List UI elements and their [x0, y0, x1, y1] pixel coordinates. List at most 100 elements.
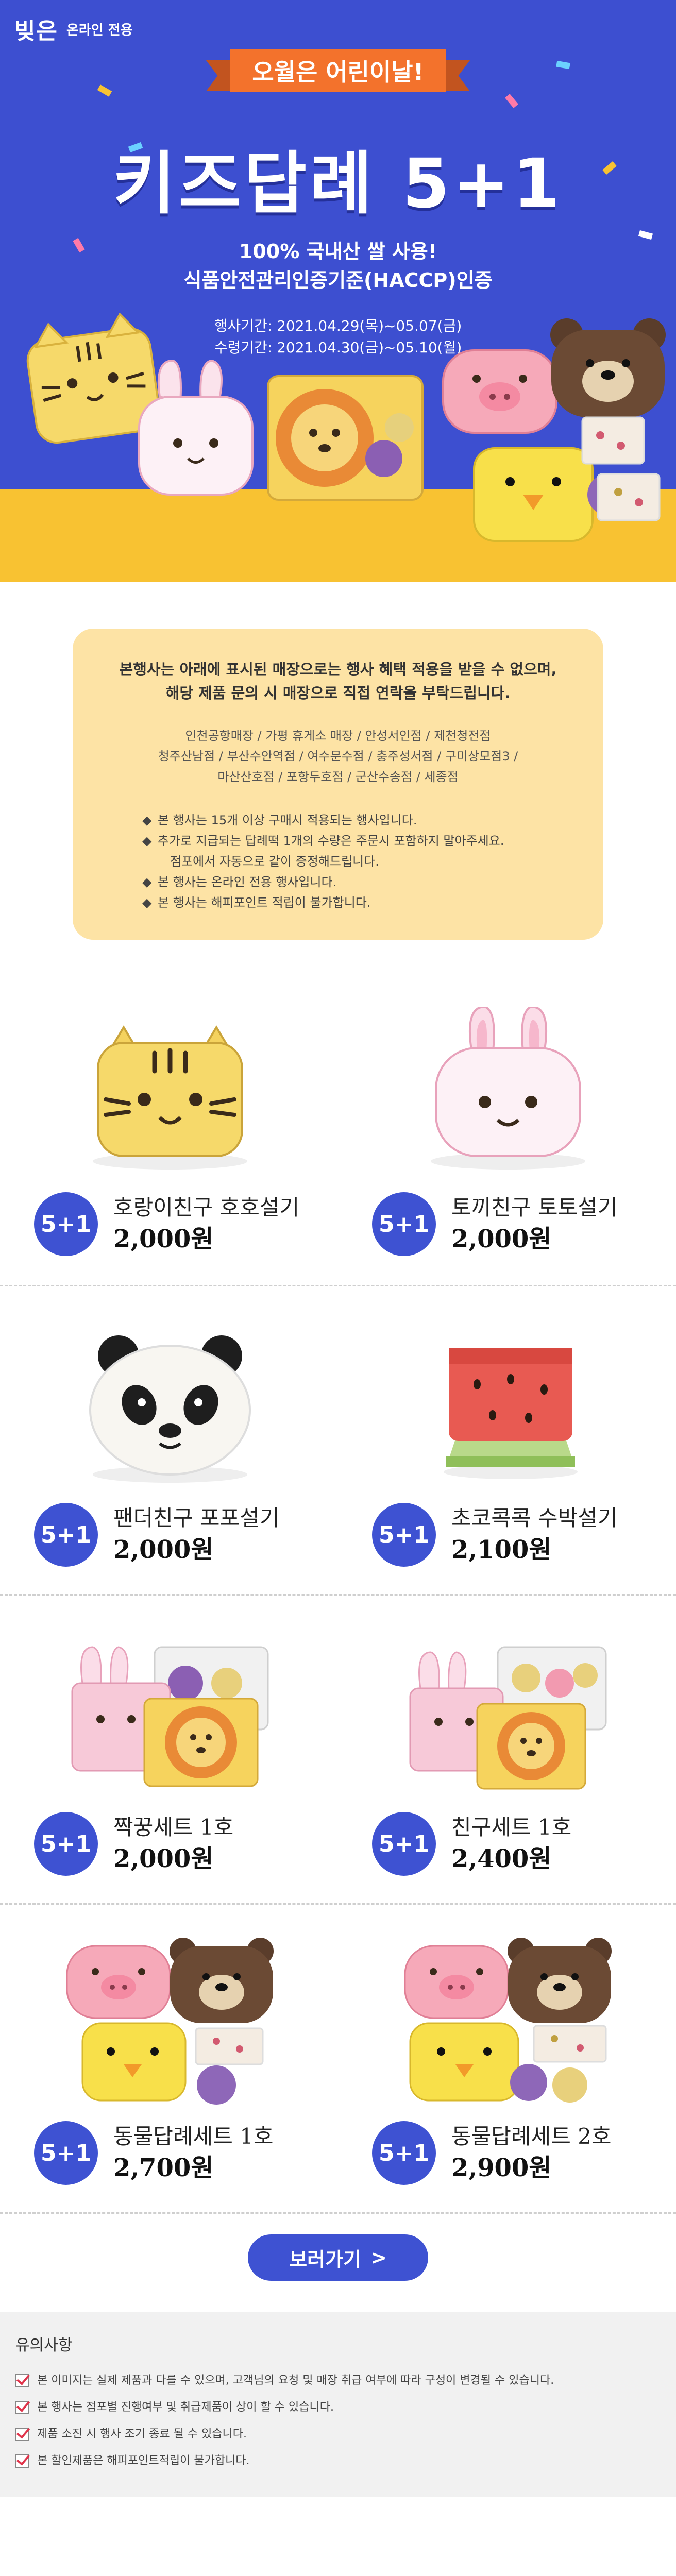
product-texts: 팬더친구 포포설기 2,000원 [113, 1503, 279, 1566]
notice-section: 본행사는 아래에 표시된 매장으로는 행사 혜택 적용을 받을 수 없으며, 해… [0, 582, 676, 976]
notice-bullet-text: 본 행사는 해피포인트 적립이 불가합니다. [158, 895, 371, 910]
product-grid: 5+1 호랑이친구 호호설기 2,000원 5+1 토끼친구 토토설기 2,00… [0, 976, 676, 2212]
product-texts: 초코콕콕 수박설기 2,100원 [451, 1503, 617, 1566]
product-row: 5+1 팬더친구 포포설기 2,000원 5+1 초코콕콕 수박설기 2,100… [0, 1285, 676, 1594]
go-shopping-label: 보러가기 [289, 2248, 361, 2271]
caution-text: 본 행사는 점포별 진행여부 및 취급제품이 상이 할 수 있습니다. [37, 2401, 334, 2414]
excluded-stores-line1: 인천공항매장 / 가평 휴게소 매장 / 안성서인점 / 제천청전점 [185, 728, 491, 743]
product-card[interactable]: 5+1 동물답례세트 2호 2,900원 [338, 1905, 676, 2212]
brand-header: 빚은 온라인 전용 [14, 12, 133, 45]
excluded-stores-line3: 마산산호점 / 포항두호점 / 군산수송점 / 세종점 [217, 770, 459, 784]
ribbon-banner: 오월은 어린이날! [206, 49, 470, 98]
product-name: 친구세트 1호 [451, 1815, 572, 1840]
product-label: 5+1 토끼친구 토토설기 2,000원 [372, 1192, 617, 1256]
promo-badge: 5+1 [34, 1503, 98, 1567]
product-price: 2,900원 [451, 2154, 552, 2182]
excluded-stores: 인천공항매장 / 가평 휴게소 매장 / 안성서인점 / 제천청전점 청주산남점… [104, 725, 572, 787]
hero-banner: 빚은 온라인 전용 오월은 어린이날! 키즈답례 5+1 100% 국내산 쌀 … [0, 0, 676, 582]
promo-badge: 5+1 [34, 1812, 98, 1876]
diamond-bullet-icon: ◆ [142, 875, 152, 889]
caution-item: 본 행사는 점포별 진행여부 및 취급제품이 상이 할 수 있습니다. [15, 2394, 661, 2421]
caution-text: 본 이미지는 실제 제품과 다를 수 있으며, 고객님의 요청 및 매장 취급 … [37, 2374, 554, 2387]
product-name: 동물답례세트 1호 [113, 2124, 274, 2149]
notice-bullet: ◆ 본 행사는 온라인 전용 행사입니다. [142, 872, 534, 892]
friend-set-box-image [409, 1646, 607, 1790]
checkmark-icon [15, 2428, 29, 2441]
product-row: 5+1 짝꿍세트 1호 2,000원 5+1 친구세트 1호 2,400원 [0, 1594, 676, 1903]
product-name: 동물답례세트 2호 [451, 2124, 612, 2149]
rabbit-cake-image [431, 1007, 585, 1170]
chevron-right-icon: > [370, 2246, 387, 2269]
caution-item: 제품 소진 시 행사 조기 종료 될 수 있습니다. [15, 2421, 661, 2448]
product-name: 팬더친구 포포설기 [113, 1505, 280, 1531]
notice-bullet: ◆ 추가로 지급되는 답례떡 1개의 수량은 주문시 포함하지 말아주세요. 점포에… [142, 831, 534, 872]
product-texts: 동물답례세트 2호 2,900원 [451, 2122, 612, 2184]
cautions-section: 유의사항 본 이미지는 실제 제품과 다를 수 있으며, 고객님의 요청 및 매… [0, 2312, 676, 2497]
notice-headline: 본행사는 아래에 표시된 매장으로는 행사 혜택 적용을 받을 수 없으며, 해… [104, 657, 572, 705]
product-card[interactable]: 5+1 팬더친구 포포설기 2,000원 [0, 1286, 338, 1594]
product-price: 2,000원 [113, 1535, 214, 1564]
product-price: 2,400원 [451, 1844, 552, 1873]
product-price: 2,700원 [113, 2154, 214, 2182]
diamond-bullet-icon: ◆ [142, 813, 152, 827]
promo-badge: 5+1 [372, 1192, 436, 1256]
product-label: 5+1 짝꿍세트 1호 2,000원 [34, 1812, 233, 1876]
caution-item: 본 할인제품은 해피포인트적립이 불가합니다. [15, 2448, 661, 2475]
promo-badge: 5+1 [34, 1192, 98, 1256]
product-card[interactable]: 5+1 호랑이친구 호호설기 2,000원 [0, 976, 338, 1285]
notice-bullet-text: 추가로 지급되는 답례떡 1개의 수량은 주문시 포함하지 말아주세요. [158, 834, 504, 848]
product-card[interactable]: 5+1 초코콕콕 수박설기 2,100원 [338, 1286, 676, 1594]
panda-cake-image [89, 1335, 251, 1483]
product-row: 5+1 호랑이친구 호호설기 2,000원 5+1 토끼친구 토토설기 2,00… [0, 976, 676, 1285]
pig-box-illustration [442, 349, 557, 434]
product-texts: 토끼친구 토토설기 2,000원 [451, 1193, 617, 1256]
confetti-piece [97, 84, 112, 97]
ribbon-text: 오월은 어린이날! [230, 49, 446, 92]
product-texts: 짝꿍세트 1호 2,000원 [113, 1812, 233, 1875]
notice-bullet-continuation: 점포에서 자동으로 같이 증정해드립니다. [170, 854, 379, 869]
checkmark-icon [15, 2401, 29, 2414]
notice-bullets: ◆ 본 행사는 15개 이상 구매시 적용되는 행사입니다. ◆ 추가로 지급되는 … [142, 810, 534, 913]
online-only-label: 온라인 전용 [66, 22, 133, 38]
checkmark-icon [15, 2454, 29, 2468]
hero-title: 키즈답례 5+1 [112, 144, 563, 224]
product-label: 5+1 친구세트 1호 2,400원 [372, 1812, 571, 1876]
product-card[interactable]: 5+1 친구세트 1호 2,400원 [338, 1596, 676, 1903]
product-name: 초코콕콕 수박설기 [451, 1505, 618, 1531]
cta-section: 보러가기 > [0, 2212, 676, 2312]
diamond-bullet-icon: ◆ [142, 895, 152, 910]
promo-badge: 5+1 [34, 2121, 98, 2185]
lion-box-illustration [267, 375, 424, 501]
go-shopping-button[interactable]: 보러가기 > [248, 2234, 428, 2281]
notice-bullet: ◆ 본 행사는 해피포인트 적립이 불가합니다. [142, 892, 534, 913]
product-price: 2,000원 [113, 1844, 214, 1873]
product-name: 호랑이친구 호호설기 [113, 1195, 300, 1220]
hero-subtitle-line1: 100% 국내산 쌀 사용! [239, 240, 437, 263]
product-label: 5+1 팬더친구 포포설기 2,000원 [34, 1503, 279, 1567]
cautions-list: 본 이미지는 실제 제품과 다를 수 있으며, 고객님의 요청 및 매장 취급 … [15, 2367, 661, 2475]
product-row: 5+1 동물답례세트 1호 2,700원 5+1 동물답례세트 2호 2,900… [0, 1903, 676, 2212]
caution-text: 본 할인제품은 해피포인트적립이 불가합니다. [37, 2454, 250, 2467]
pair-set-box-image [71, 1646, 269, 1787]
product-card[interactable]: 5+1 토끼친구 토토설기 2,000원 [338, 976, 676, 1285]
diamond-bullet-icon: ◆ [142, 834, 152, 848]
confetti-piece [556, 60, 570, 70]
product-card[interactable]: 5+1 동물답례세트 1호 2,700원 [0, 1905, 338, 2212]
animal-set-box-2-image [404, 1938, 612, 2103]
bear-box-illustration [550, 318, 666, 417]
product-label: 5+1 초코콕콕 수박설기 2,100원 [372, 1503, 617, 1567]
brand-logo: 빚은 [14, 18, 58, 44]
product-label: 5+1 호랑이친구 호호설기 2,000원 [34, 1192, 299, 1256]
hero-subtitle-line2: 식품안전관리인증기준(HACCP)인증 [183, 269, 493, 292]
product-label: 5+1 동물답례세트 2호 2,900원 [372, 2121, 612, 2185]
notice-headline-line1: 본행사는 아래에 표시된 매장으로는 행사 혜택 적용을 받을 수 없으며, [119, 660, 557, 678]
caution-text: 제품 소진 시 행사 조기 종료 될 수 있습니다. [37, 2428, 247, 2441]
product-texts: 동물답례세트 1호 2,700원 [113, 2122, 274, 2184]
product-price: 2,000원 [451, 1225, 552, 1253]
product-texts: 친구세트 1호 2,400원 [451, 1812, 571, 1875]
confetti-piece [505, 94, 518, 108]
notice-box: 본행사는 아래에 표시된 매장으로는 행사 혜택 적용을 받을 수 없으며, 해… [73, 629, 603, 940]
notice-headline-line2: 해당 제품 문의 시 매장으로 직접 연락을 부탁드립니다. [165, 684, 511, 702]
promo-badge: 5+1 [372, 2121, 436, 2185]
product-card[interactable]: 5+1 짝꿍세트 1호 2,000원 [0, 1596, 338, 1903]
